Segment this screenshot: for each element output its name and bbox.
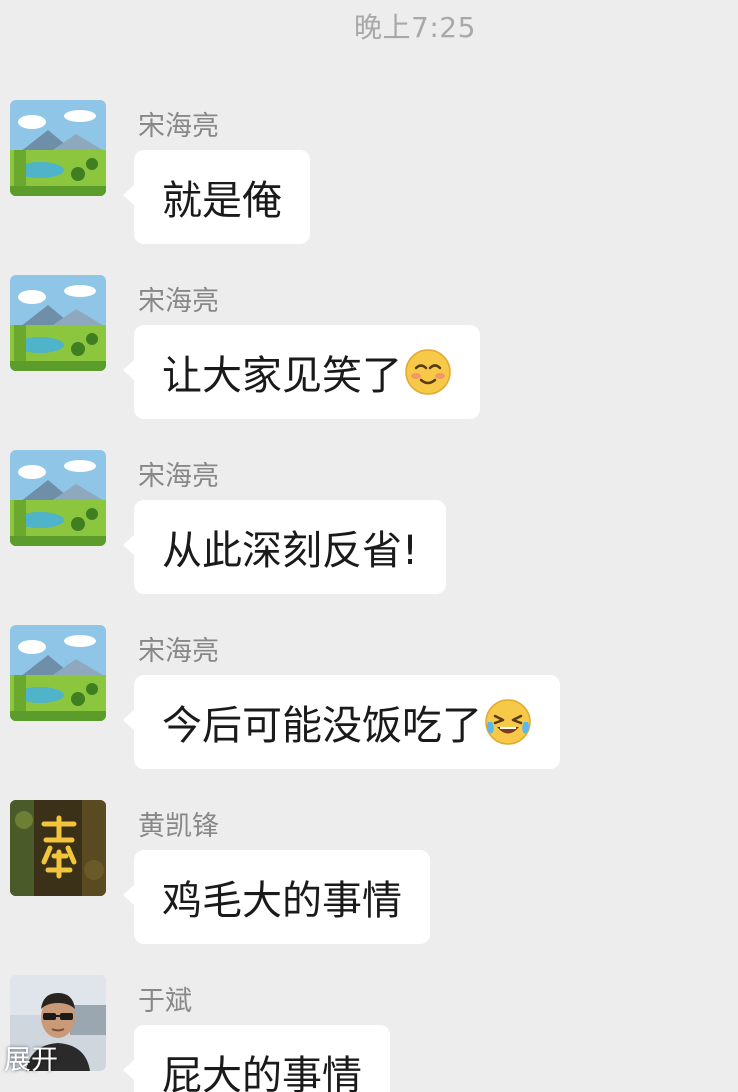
sender-name: 宋海亮 <box>138 286 219 317</box>
calligraphy-avatar-icon[interactable] <box>10 800 106 896</box>
message-bubble[interactable]: 屁大的事情 <box>123 1025 390 1092</box>
landscape-avatar-icon[interactable] <box>10 100 106 196</box>
message-text: 让大家见笑了 <box>162 353 402 399</box>
blushing-smile-emoji-icon <box>404 348 452 396</box>
landscape-avatar-icon[interactable] <box>10 450 106 546</box>
message-text: 从此深刻反省! <box>162 528 419 574</box>
message-bubble[interactable]: 就是俺 <box>123 150 310 244</box>
sender-name: 宋海亮 <box>138 636 219 667</box>
chat-screen: 晚上7:25 宋海亮 就是俺 宋海亮 让大家见笑了 宋海亮 从此深刻反省! 宋海… <box>0 0 738 1092</box>
sender-name: 黄凯锋 <box>138 811 219 842</box>
message-timestamp: 晚上7:25 <box>354 11 476 44</box>
sender-name: 于斌 <box>138 986 192 1017</box>
crying-laughing-emoji-icon <box>484 698 532 746</box>
message-bubble[interactable]: 鸡毛大的事情 <box>123 850 430 944</box>
message-bubble[interactable]: 今后可能没饭吃了 <box>123 675 560 769</box>
message-text: 屁大的事情 <box>162 1053 362 1092</box>
message-text: 就是俺 <box>162 178 282 224</box>
message-text: 鸡毛大的事情 <box>162 878 402 924</box>
message-text: 今后可能没饭吃了 <box>162 703 482 749</box>
sender-name: 宋海亮 <box>138 111 219 142</box>
landscape-avatar-icon[interactable] <box>10 275 106 371</box>
sender-name: 宋海亮 <box>138 461 219 492</box>
message-bubble[interactable]: 从此深刻反省! <box>122 500 447 594</box>
expand-button[interactable]: 展开 <box>0 1036 62 1079</box>
message-bubble[interactable]: 让大家见笑了 <box>123 325 480 419</box>
landscape-avatar-icon[interactable] <box>10 625 106 721</box>
